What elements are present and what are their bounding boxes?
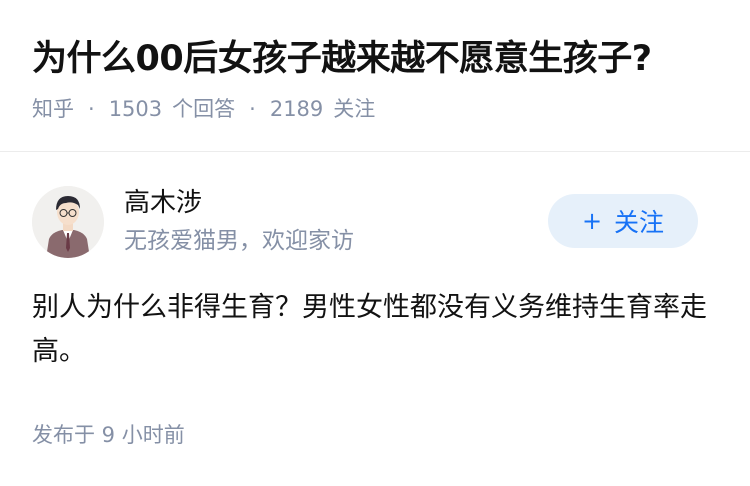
meta-separator: ·	[249, 97, 256, 121]
person-avatar-icon[interactable]	[32, 186, 104, 258]
publish-time: 发布于 9 小时前	[32, 423, 185, 447]
answer-count-label: 个回答	[172, 97, 236, 121]
follower-count-label: 关注	[333, 97, 376, 121]
follower-count: 2189	[269, 97, 324, 121]
answer-page: 为什么00后女孩子越来越不愿意生孩子? 知乎 · 1503 个回答 · 2189…	[0, 0, 750, 486]
question-header: 为什么00后女孩子越来越不愿意生孩子? 知乎 · 1503 个回答 · 2189…	[0, 0, 750, 152]
plus-icon: +	[581, 207, 603, 235]
meta-separator: ·	[88, 97, 95, 121]
author-bio: 无孩爱猫男，欢迎家访	[124, 228, 354, 254]
author-name[interactable]: 高木涉	[124, 185, 202, 221]
author-info: 高木涉 无孩爱猫男，欢迎家访 + 关注	[0, 152, 750, 270]
answer-count: 1503	[108, 97, 163, 121]
follow-button-label: 关注	[614, 208, 665, 237]
follow-button[interactable]: + 关注	[548, 194, 698, 248]
answer-content: 别人为什么非得生育？男性女性都没有义务维持生育率走高。	[32, 292, 707, 367]
source-label[interactable]: 知乎	[32, 94, 74, 124]
question-meta: 知乎 · 1503 个回答 · 2189 关注	[32, 94, 375, 124]
question-title[interactable]: 为什么00后女孩子越来越不愿意生孩子?	[32, 36, 652, 82]
